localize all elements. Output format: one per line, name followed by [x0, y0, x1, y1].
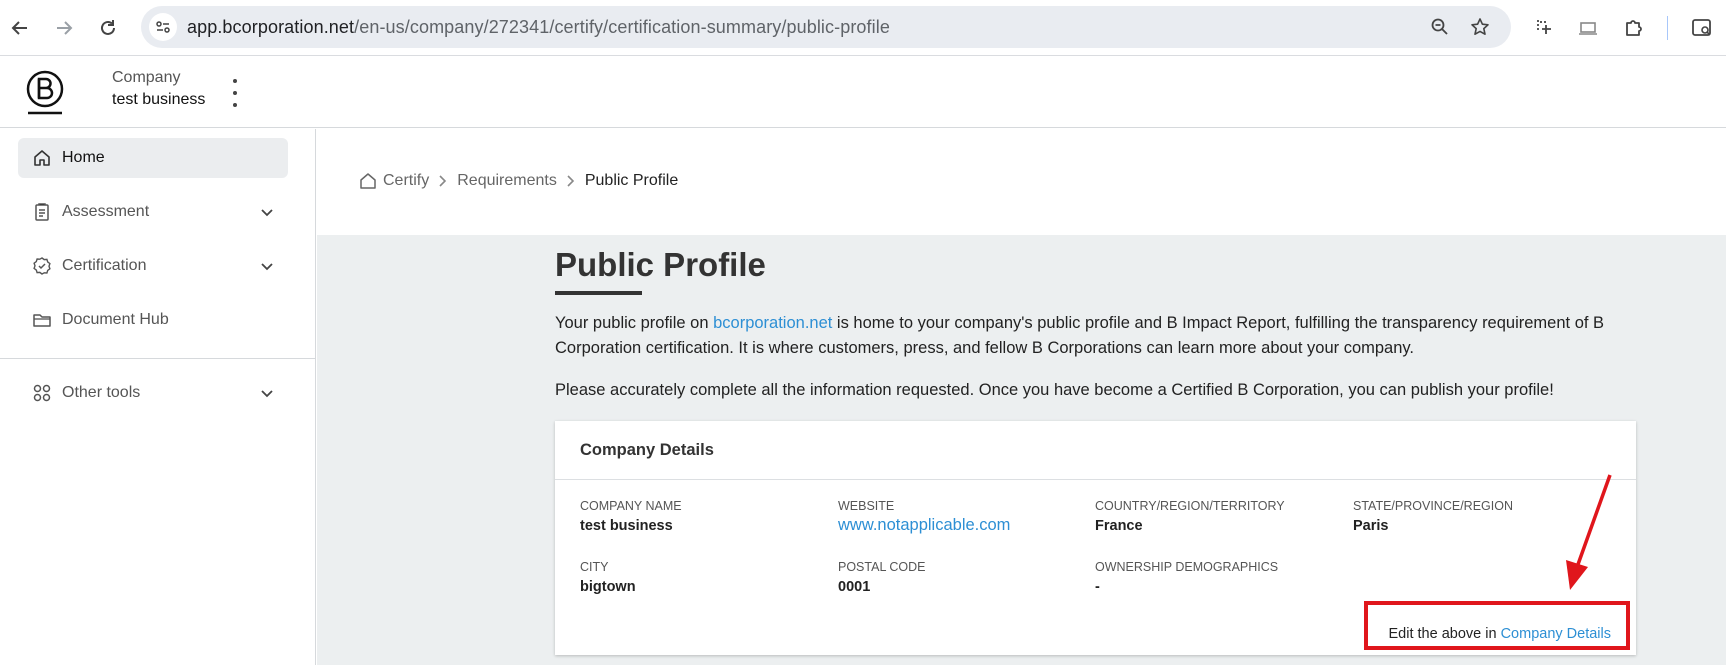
more-options-icon[interactable] [225, 77, 245, 109]
card-title: Company Details [555, 421, 1636, 480]
chevron-right-icon [565, 174, 577, 188]
cast-icon[interactable] [1572, 12, 1604, 44]
title-underline [555, 291, 642, 295]
extensions-icon[interactable] [1618, 12, 1650, 44]
field-state: STATE/PROVINCE/REGION Paris [1353, 499, 1513, 534]
sidebar-item-label: Certification [62, 257, 147, 274]
breadcrumb-certify[interactable]: Certify [383, 172, 429, 190]
sidebar-item-label: Document Hub [62, 311, 169, 328]
sidebar-item-assessment[interactable]: Assessment [18, 192, 288, 232]
grid-icon [32, 383, 52, 403]
company-name: test business [112, 91, 206, 108]
badge-check-icon [32, 256, 52, 276]
chevron-down-icon[interactable] [258, 203, 276, 221]
sidebar-item-document-hub[interactable]: Document Hub [18, 300, 288, 340]
breadcrumb-bar: Certify Requirements Public Profile [317, 129, 1726, 235]
home-icon [32, 148, 52, 168]
breadcrumb-requirements[interactable]: Requirements [457, 172, 557, 190]
field-website: WEBSITE www.notapplicable.com [838, 499, 1011, 535]
page-title: Public Profile [555, 246, 766, 283]
sidebar-item-home[interactable]: Home [18, 138, 288, 178]
chevron-down-icon[interactable] [258, 384, 276, 402]
sidebar-item-other-tools[interactable]: Other tools [18, 373, 288, 413]
url-text: app.bcorporation.net/en-us/company/27234… [187, 17, 890, 37]
chevron-down-icon[interactable] [258, 257, 276, 275]
toolbar-separator [1667, 16, 1668, 40]
intro-paragraph: Your public profile on bcorporation.net … [555, 314, 1605, 357]
forward-icon[interactable] [46, 10, 82, 46]
reload-icon[interactable] [90, 10, 126, 46]
field-company-name: COMPANY NAME test business [580, 499, 682, 534]
intro-paragraph-2: Please accurately complete all the infor… [555, 381, 1554, 399]
field-ownership-demographics: OWNERSHIP DEMOGRAPHICS - [1095, 560, 1279, 595]
field-country: COUNTRY/REGION/TERRITORY France [1095, 499, 1285, 534]
website-link[interactable]: www.notapplicable.com [838, 516, 1010, 535]
chevron-right-icon [437, 174, 449, 188]
company-switcher[interactable]: Company test business [112, 69, 205, 109]
sidebar-item-certification[interactable]: Certification [18, 246, 288, 286]
b-corp-logo[interactable] [24, 69, 66, 115]
screenshot-icon[interactable] [1528, 12, 1560, 44]
sidebar-divider [0, 358, 316, 359]
star-icon[interactable] [1465, 12, 1495, 42]
main-content: Certify Requirements Public Profile Publ… [317, 129, 1726, 665]
back-icon[interactable] [2, 10, 38, 46]
browser-toolbar: app.bcorporation.net/en-us/company/27234… [0, 0, 1726, 56]
field-postal-code: POSTAL CODE 0001 [838, 560, 926, 595]
address-bar[interactable]: app.bcorporation.net/en-us/company/27234… [141, 6, 1511, 48]
breadcrumb-public-profile: Public Profile [584, 172, 679, 189]
sidebar-item-label: Other tools [62, 384, 141, 401]
sidebar-item-label: Home [62, 149, 105, 166]
app-header: Company test business [0, 57, 1726, 128]
zoom-icon[interactable] [1425, 12, 1455, 42]
site-info-icon[interactable] [149, 13, 177, 41]
annotation-highlight-box [1364, 601, 1630, 650]
sidepanel-icon[interactable] [1686, 12, 1718, 44]
bcorporation-link[interactable]: bcorporation.net [713, 314, 832, 332]
sidebar-item-label: Assessment [62, 203, 150, 220]
breadcrumb: Certify Requirements Public Profile [359, 172, 678, 190]
home-icon[interactable] [359, 172, 377, 190]
clipboard-icon [32, 202, 52, 222]
folder-icon [32, 310, 52, 330]
sidebar: Home Assessment Certification Document H… [0, 129, 316, 665]
field-city: CITY bigtown [580, 560, 636, 595]
company-label: Company [112, 69, 181, 86]
